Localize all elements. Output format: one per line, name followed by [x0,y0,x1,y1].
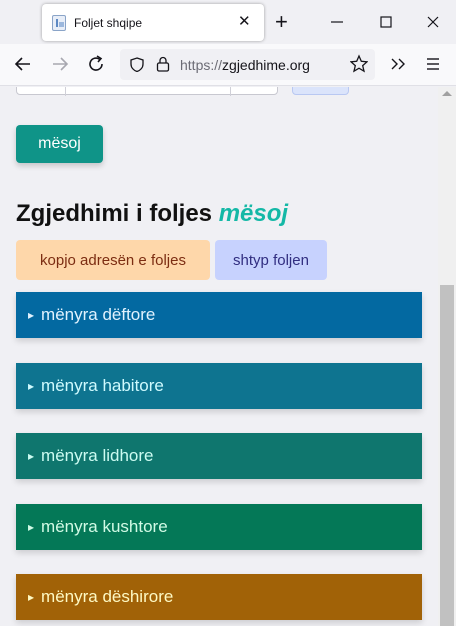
maximize-icon[interactable] [379,10,393,42]
reload-icon[interactable] [87,53,105,80]
page-title: Zgjedhimi i foljes mësoj [16,200,289,227]
verb-button[interactable]: mësoj [16,125,103,163]
tab-title: Foljet shqipe [74,16,143,30]
tab-strip: Foljet shqipe ✕ + [0,0,456,44]
vertical-scrollbar[interactable] [438,87,456,626]
verb-name: mësoj [218,200,289,227]
scroll-up-icon[interactable] [442,91,452,96]
mood-label: mënyra habitore [41,376,164,395]
mood-section-lidhore[interactable]: ▸ mënyra lidhore [16,433,422,479]
expand-triangle-icon: ▸ [28,449,35,463]
mood-section-deshirore[interactable]: ▸ mënyra dëshirore [16,574,422,620]
tab-close-icon[interactable]: ✕ [238,13,251,31]
new-tab-icon[interactable]: + [275,10,288,34]
menu-icon[interactable] [425,53,441,80]
mood-label: mënyra kushtore [41,517,168,536]
lock-icon[interactable] [156,56,170,72]
mood-label: mënyra dëftore [41,305,156,324]
expand-triangle-icon: ▸ [28,590,35,604]
page-favicon-icon [52,15,66,31]
print-button[interactable]: shtyp foljen [215,240,327,280]
mood-label: mënyra lidhore [41,446,154,465]
expand-triangle-icon: ▸ [28,520,35,534]
scrollbar-thumb[interactable] [440,285,454,626]
url-text[interactable]: https://zgjedhime.org [180,57,310,73]
mood-label: mënyra dëshirore [41,587,174,606]
page-content: mësoj Zgjedhimi i foljes mësoj kopjo adr… [0,87,438,626]
search-button[interactable] [292,87,349,95]
copy-address-button[interactable]: kopjo adresën e foljes [16,240,210,280]
tracking-protection-icon[interactable] [130,57,144,72]
expand-triangle-icon: ▸ [28,379,35,393]
url-bar[interactable]: https://zgjedhime.org [120,49,375,80]
close-window-icon[interactable] [426,10,440,42]
mood-section-deftore[interactable]: ▸ mënyra dëftore [16,292,422,338]
bookmark-star-icon[interactable] [349,53,369,80]
navigation-bar: https://zgjedhime.org [0,44,456,86]
verb-search-input[interactable] [16,87,278,96]
mood-section-habitore[interactable]: ▸ mënyra habitore [16,363,422,409]
mood-section-kushtore[interactable]: ▸ mënyra kushtore [16,504,422,550]
forward-icon[interactable] [51,53,69,80]
minimize-icon[interactable] [330,10,344,42]
expand-triangle-icon: ▸ [28,308,35,322]
browser-tab[interactable]: Foljet shqipe ✕ [42,4,264,41]
overflow-chevron-icon[interactable] [389,53,407,80]
back-icon[interactable] [14,53,32,80]
